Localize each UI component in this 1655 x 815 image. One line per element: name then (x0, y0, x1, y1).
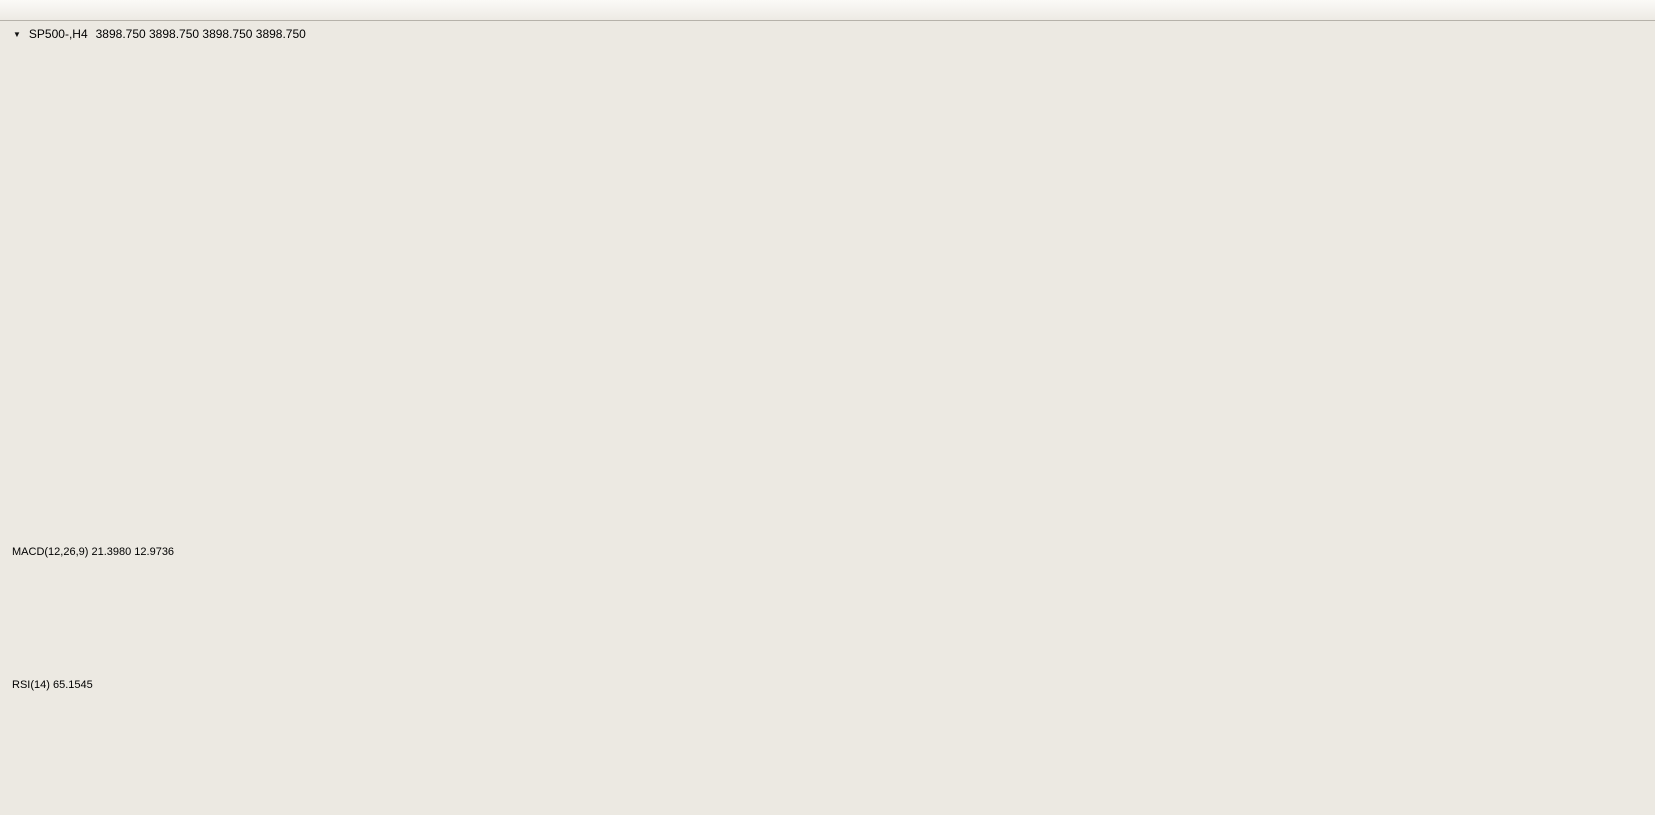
macd-indicator-label: MACD(12,26,9) 21.3980 12.9736 (12, 546, 174, 558)
chart-title: ▼ SP500-,H4 3898.750 3898.750 3898.750 3… (13, 27, 306, 41)
rsi-indicator-label: RSI(14) 65.1545 (12, 679, 93, 691)
mt4-terminal: { "toolbar": { "groups": [ [{"name":"new… (0, 0, 1655, 815)
chart-ohlc-quotes: 3898.750 3898.750 3898.750 3898.750 (96, 27, 306, 41)
chevron-down-icon[interactable]: ▼ (13, 30, 21, 39)
main-toolbar (0, 0, 1655, 21)
chart-canvas (0, 0, 1655, 815)
chart-symbol-period: SP500-,H4 (29, 27, 88, 41)
